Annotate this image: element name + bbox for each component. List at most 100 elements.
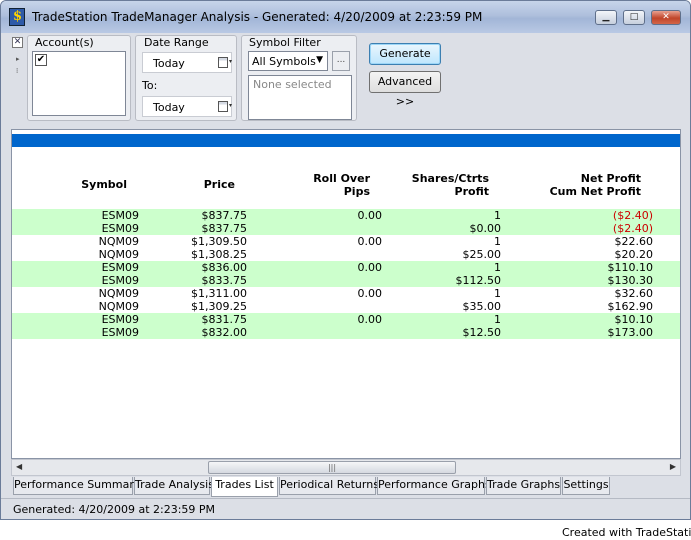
cell-symbol: ESM09 bbox=[101, 274, 139, 287]
tab-settings[interactable]: Settings bbox=[562, 477, 610, 495]
table-row: ESM09 $837.75 0.00 1 ($2.40) bbox=[12, 209, 680, 222]
tab-trade-analysis[interactable]: Trade Analysis bbox=[134, 477, 214, 495]
cell-shares: $0.00 bbox=[469, 222, 502, 235]
cell-shares: 1 bbox=[494, 287, 501, 300]
toolbar: ✕ ▸ ⁞ Account(s) ✔ Date Range Today ▾ To:… bbox=[1, 33, 690, 125]
table-row: NQM09 $1,308.25 $25.00 $20.20 bbox=[12, 248, 680, 261]
pin-toggle-icon[interactable]: ✕ bbox=[12, 37, 23, 48]
table-row: NQM09 $1,309.50 0.00 1 $22.60 bbox=[12, 235, 680, 248]
trades-list-report: Symbol Price Roll Over Pips Shares/Ctrts… bbox=[11, 129, 681, 459]
tab-trades-list[interactable]: Trades List bbox=[211, 477, 278, 497]
scroll-left-icon[interactable]: ◀ bbox=[16, 462, 22, 471]
date-from-picker[interactable]: Today ▾ bbox=[142, 52, 232, 73]
main-window: $ TradeStation TradeManager Analysis - G… bbox=[0, 0, 691, 520]
cell-pips: 0.00 bbox=[357, 261, 383, 274]
cell-price: $832.00 bbox=[201, 326, 248, 339]
cell-price: $831.75 bbox=[201, 313, 248, 326]
maximize-button[interactable]: □ bbox=[623, 10, 645, 25]
chevron-down-icon: ▾ bbox=[228, 102, 232, 109]
cell-shares: $12.50 bbox=[462, 326, 502, 339]
maximize-icon: □ bbox=[629, 12, 639, 22]
title-bar[interactable]: $ TradeStation TradeManager Analysis - G… bbox=[1, 1, 690, 33]
col-header-netprofit: Net Profit Cum Net Profit bbox=[550, 172, 641, 198]
scroll-right-icon[interactable]: ▶ bbox=[670, 462, 676, 471]
col-header-rollover-line1: Roll Over bbox=[313, 172, 370, 185]
cell-pips: 0.00 bbox=[357, 209, 383, 222]
chevron-down-icon: ▼ bbox=[316, 55, 323, 65]
col-header-symbol: Symbol bbox=[81, 178, 127, 191]
tab-performance-graphs[interactable]: Performance Graphs bbox=[377, 477, 491, 495]
cell-symbol: NQM09 bbox=[98, 235, 139, 248]
cell-price: $837.75 bbox=[201, 222, 248, 235]
horizontal-scrollbar[interactable]: ◀ ||| ▶ bbox=[11, 459, 681, 476]
tab-periodical-returns[interactable]: Periodical Returns bbox=[279, 477, 379, 495]
cell-price: $833.75 bbox=[201, 274, 248, 287]
date-range-panel: Date Range Today ▾ To: Today ▾ bbox=[135, 35, 237, 121]
symbol-browse-button[interactable]: ... bbox=[332, 51, 350, 71]
credit-caption: Created with TradeStation bbox=[562, 526, 691, 539]
cell-pips: 0.00 bbox=[357, 313, 383, 326]
cell-shares: 1 bbox=[494, 261, 501, 274]
to-label: To: bbox=[142, 79, 158, 92]
minimize-button[interactable]: ▁ bbox=[595, 10, 617, 25]
calendar-icon[interactable] bbox=[218, 57, 228, 68]
table-row: ESM09 $831.75 0.00 1 $10.10 bbox=[12, 313, 680, 326]
col-header-rollover: Roll Over Pips bbox=[313, 172, 370, 198]
tradestation-app-icon: $ bbox=[9, 8, 25, 26]
date-from-value: Today bbox=[153, 57, 185, 70]
trades-table-body: ESM09 $837.75 0.00 1 ($2.40) ESM09 $837.75 $0.0… bbox=[12, 209, 680, 339]
cell-symbol: ESM09 bbox=[101, 261, 139, 274]
close-icon: ✕ bbox=[662, 12, 670, 22]
cell-net-profit: $22.60 bbox=[614, 235, 654, 248]
cell-price: $1,311.00 bbox=[191, 287, 247, 300]
account-checkbox[interactable]: ✔ bbox=[35, 54, 47, 66]
cell-symbol: ESM09 bbox=[101, 222, 139, 235]
table-row: ESM09 $833.75 $112.50 $130.30 bbox=[12, 274, 680, 287]
cell-net-profit: $173.00 bbox=[607, 326, 654, 339]
symbol-filter-label: Symbol Filter bbox=[249, 36, 321, 49]
cell-price: $1,309.25 bbox=[191, 300, 247, 313]
col-header-netprofit-line1: Net Profit bbox=[580, 172, 641, 185]
status-bar: Generated: 4/20/2009 at 2:23:59 PM bbox=[1, 498, 690, 519]
cell-net-profit: $20.20 bbox=[614, 248, 654, 261]
table-row: NQM09 $1,311.00 0.00 1 $32.60 bbox=[12, 287, 680, 300]
toolbar-grip-icon[interactable]: ▸ ⁞ bbox=[16, 53, 20, 77]
cell-net-profit: $32.60 bbox=[614, 287, 654, 300]
col-header-rollover-line2: Pips bbox=[343, 185, 370, 198]
close-button[interactable]: ✕ bbox=[651, 10, 681, 25]
advanced-button[interactable]: Advanced >> bbox=[369, 71, 441, 108]
cell-pips: 0.00 bbox=[357, 287, 383, 300]
date-range-label: Date Range bbox=[144, 36, 209, 49]
date-to-picker[interactable]: Today ▾ bbox=[142, 96, 232, 117]
generate-button[interactable]: Generate bbox=[369, 43, 441, 65]
date-to-value: Today bbox=[153, 101, 185, 114]
symbol-filter-value: All Symbols bbox=[252, 55, 316, 68]
cell-pips: 0.00 bbox=[357, 235, 383, 248]
window-title: TradeStation TradeManager Analysis - Gen… bbox=[32, 10, 483, 24]
accounts-label: Account(s) bbox=[35, 36, 94, 49]
cell-shares: 1 bbox=[494, 209, 501, 222]
tab-performance-summary[interactable]: Performance Summary bbox=[13, 477, 140, 495]
cell-symbol: NQM09 bbox=[98, 287, 139, 300]
table-row: ESM09 $832.00 $12.50 $173.00 bbox=[12, 326, 680, 339]
calendar-icon[interactable] bbox=[218, 101, 228, 112]
scrollbar-thumb[interactable]: ||| bbox=[208, 461, 456, 474]
table-row: ESM09 $837.75 $0.00 ($2.40) bbox=[12, 222, 680, 235]
col-header-shares-line2: Profit bbox=[454, 185, 489, 198]
cell-symbol: NQM09 bbox=[98, 300, 139, 313]
accounts-list[interactable]: ✔ bbox=[32, 51, 126, 116]
symbol-filter-panel: Symbol Filter All Symbols ▼ ... None sel… bbox=[241, 35, 357, 121]
col-header-shares-line1: Shares/Ctrts bbox=[411, 172, 489, 185]
tab-trade-graphs[interactable]: Trade Graphs bbox=[486, 477, 561, 495]
cell-shares: $35.00 bbox=[462, 300, 502, 313]
col-header-shares: Shares/Ctrts Profit bbox=[412, 172, 489, 198]
selected-symbols-list[interactable]: None selected bbox=[248, 75, 352, 120]
cell-symbol: ESM09 bbox=[101, 313, 139, 326]
cell-symbol: NQM09 bbox=[98, 248, 139, 261]
cell-net-profit: ($2.40) bbox=[612, 209, 653, 222]
cell-price: $836.00 bbox=[201, 261, 248, 274]
cell-price: $1,308.25 bbox=[191, 248, 247, 261]
cell-shares: 1 bbox=[494, 313, 501, 326]
cell-shares: $25.00 bbox=[462, 248, 502, 261]
symbol-filter-select[interactable]: All Symbols ▼ bbox=[248, 51, 328, 71]
